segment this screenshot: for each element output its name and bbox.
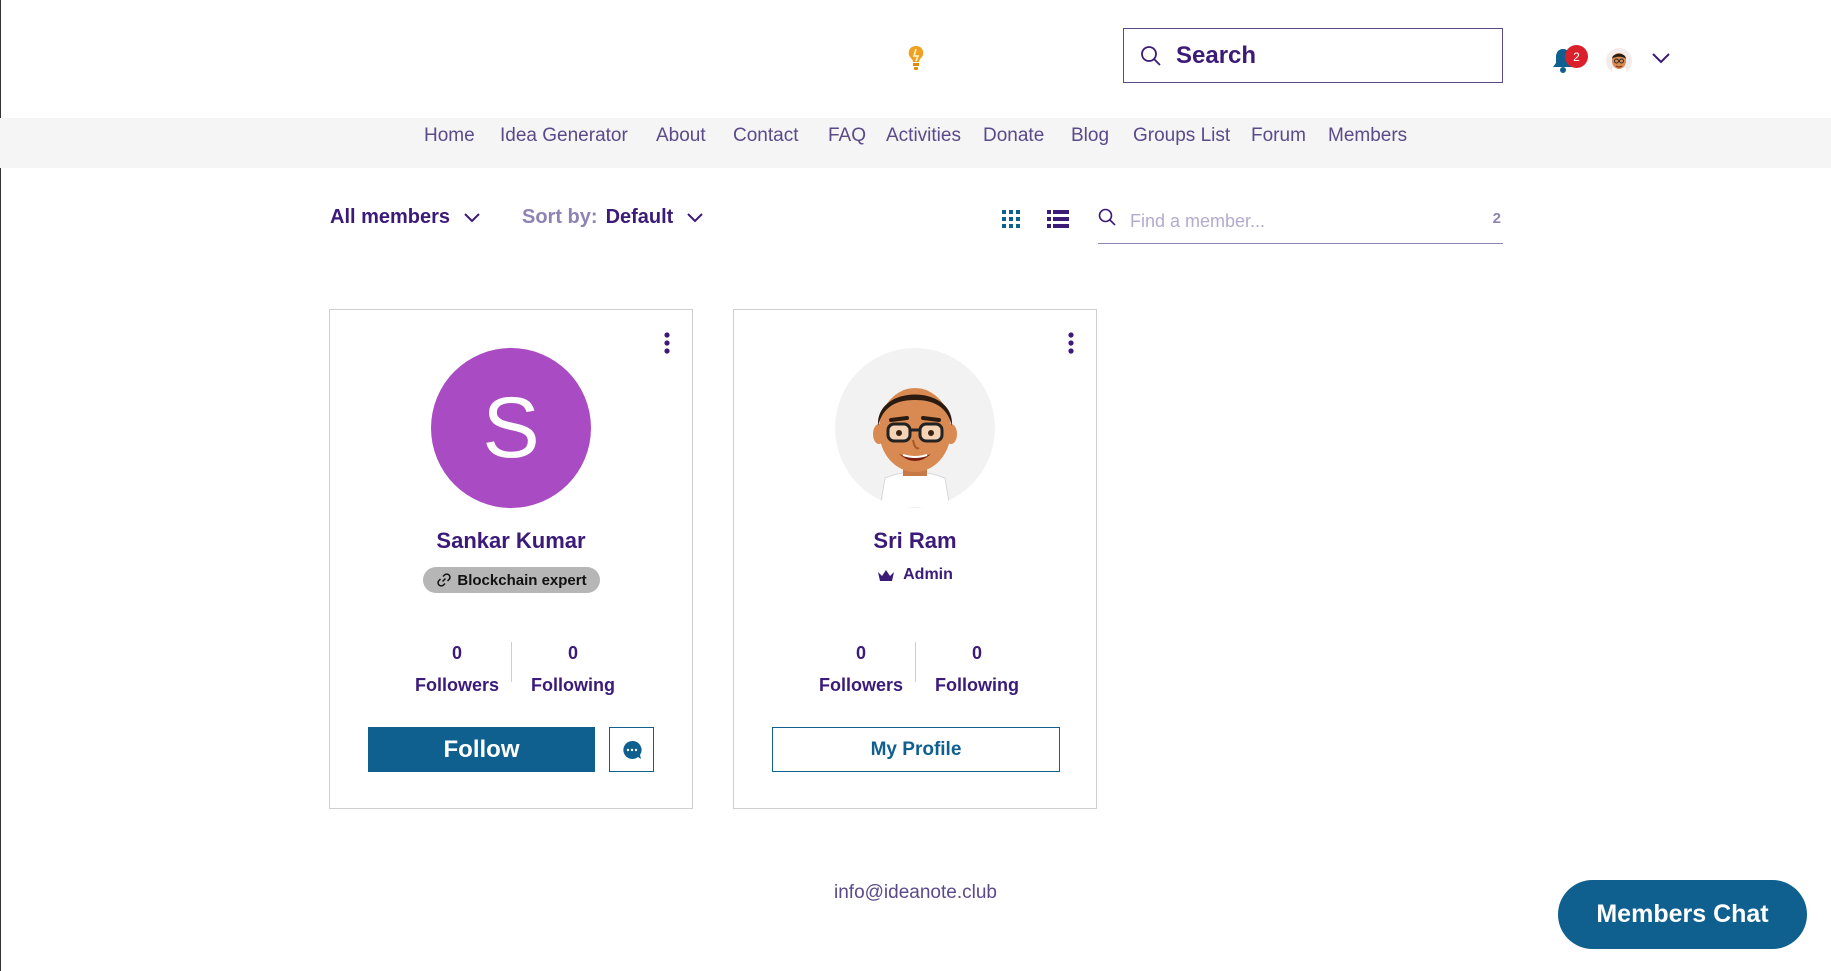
following-count: 0: [971, 643, 982, 663]
member-avatar[interactable]: S: [431, 348, 591, 508]
site-search-button[interactable]: Search: [1123, 28, 1503, 83]
search-icon: [1098, 208, 1116, 226]
nav-item-faq[interactable]: FAQ: [828, 118, 866, 168]
member-name[interactable]: Sri Ram: [734, 528, 1096, 554]
nav-item-idea-generator[interactable]: Idea Generator: [500, 118, 628, 168]
chevron-down-icon[interactable]: [1652, 52, 1670, 64]
sort-label: Sort by:: [522, 206, 598, 228]
following-count: 0: [567, 643, 578, 663]
sort-dropdown[interactable]: Sort by: Default: [522, 206, 704, 229]
member-role: Admin: [734, 566, 1096, 584]
member-badge: Blockchain expert: [423, 567, 600, 593]
member-avatar[interactable]: [835, 348, 995, 508]
footer-email-link[interactable]: info@ideanote.club: [0, 882, 1831, 904]
member-search-input[interactable]: [1128, 206, 1452, 236]
member-name[interactable]: Sankar Kumar: [330, 528, 692, 554]
nav-item-groups-list[interactable]: Groups List: [1133, 118, 1230, 168]
followers-stat[interactable]: 0 Followers: [402, 642, 512, 696]
search-icon: [1141, 45, 1161, 66]
nav-item-about[interactable]: About: [656, 118, 706, 168]
following-label: Following: [935, 675, 1019, 695]
nav-item-donate[interactable]: Donate: [983, 118, 1044, 168]
notification-count-badge[interactable]: 2: [1565, 45, 1588, 68]
badge-label: Blockchain expert: [457, 571, 587, 589]
followers-count: 0: [855, 643, 866, 663]
follow-button[interactable]: Follow: [368, 727, 595, 772]
following-stat[interactable]: 0 Following: [922, 642, 1032, 696]
search-label: Search: [1176, 41, 1257, 69]
more-options-icon[interactable]: [1068, 332, 1074, 354]
chevron-down-icon: [687, 212, 704, 222]
members-chat-button[interactable]: Members Chat: [1558, 880, 1807, 949]
member-card: Sri Ram Admin 0 Followers 0 Following My…: [733, 309, 1097, 809]
stat-divider: [511, 642, 512, 682]
nav-item-blog[interactable]: Blog: [1071, 118, 1109, 168]
followers-stat[interactable]: 0 Followers: [806, 642, 916, 696]
stat-divider: [915, 642, 916, 682]
members-filter-dropdown[interactable]: All members: [330, 206, 480, 229]
crown-icon: [878, 569, 895, 581]
nav-item-home[interactable]: Home: [424, 118, 475, 168]
chevron-down-icon: [464, 212, 480, 222]
followers-count: 0: [451, 643, 462, 663]
user-avatar[interactable]: [1606, 48, 1632, 74]
nav-item-forum[interactable]: Forum: [1251, 118, 1306, 168]
grid-view-icon[interactable]: [1002, 210, 1020, 228]
main-navigation: Home Idea Generator About Contact FAQ Ac…: [0, 118, 1831, 168]
following-label: Following: [531, 675, 615, 695]
member-count: 2: [1492, 210, 1501, 227]
sort-value: Default: [605, 206, 674, 228]
followers-label: Followers: [818, 675, 903, 695]
filter-label: All members: [330, 206, 451, 228]
following-stat[interactable]: 0 Following: [518, 642, 628, 696]
more-options-icon[interactable]: [664, 332, 670, 354]
member-search-field: 2: [1098, 200, 1503, 244]
chat-bubble-icon: [622, 740, 642, 759]
nav-item-members[interactable]: Members: [1328, 118, 1407, 168]
role-label: Admin: [903, 566, 953, 583]
nav-item-activities[interactable]: Activities: [886, 118, 961, 168]
my-profile-button[interactable]: My Profile: [772, 727, 1060, 772]
chat-button[interactable]: [609, 727, 654, 772]
member-card: S Sankar Kumar Blockchain expert 0 Follo…: [329, 309, 693, 809]
lightbulb-logo-icon[interactable]: [905, 44, 927, 74]
followers-label: Followers: [414, 675, 499, 695]
link-icon: [437, 573, 452, 587]
list-view-icon[interactable]: [1047, 210, 1069, 228]
nav-item-contact[interactable]: Contact: [733, 118, 798, 168]
